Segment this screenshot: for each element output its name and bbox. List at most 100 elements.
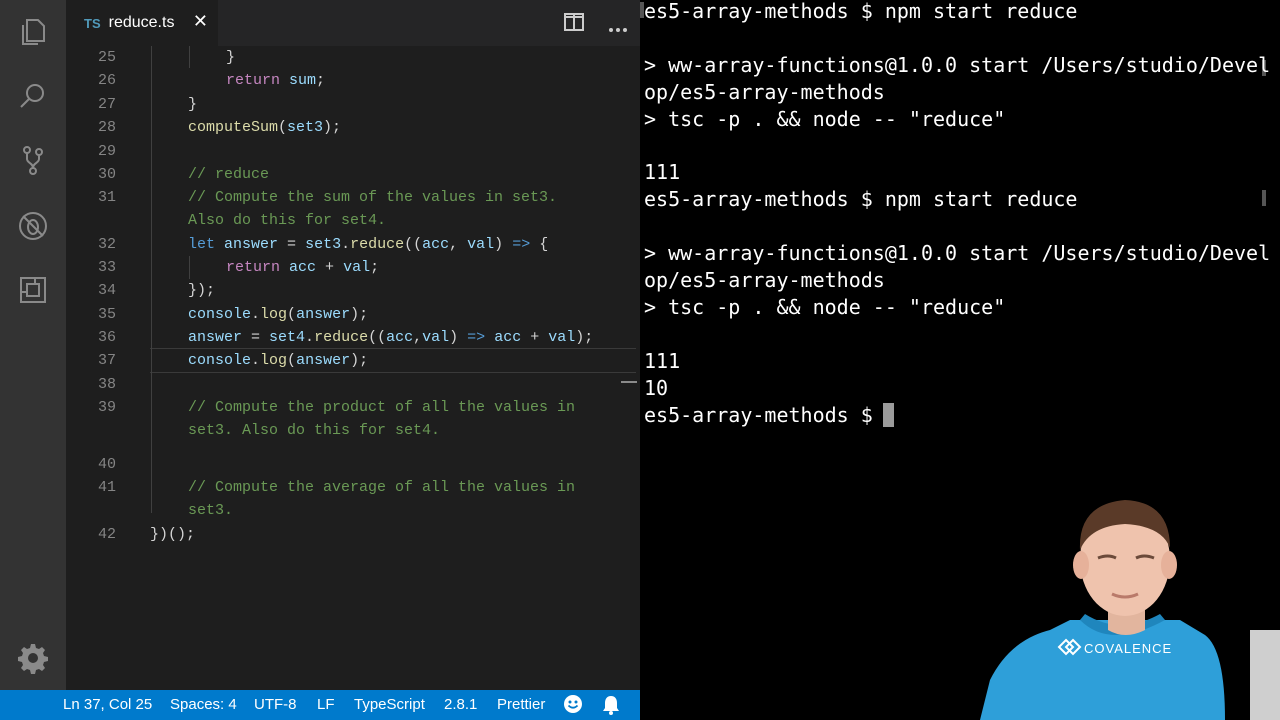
code-line[interactable]: 28 computeSum(set3); [66, 116, 640, 139]
code-text: }); [188, 279, 215, 302]
code-text: // Compute the average of all the values… [188, 476, 575, 499]
code-token: + [316, 259, 344, 276]
code-token: ( [287, 352, 297, 369]
line-number: 38 [97, 376, 116, 393]
cursor-position[interactable]: Ln 37, Col 25 [63, 690, 152, 720]
code-token: answer [224, 236, 279, 253]
code-token: log [260, 306, 288, 323]
code-token: ); [323, 119, 342, 136]
code-line[interactable]: 34}); [66, 279, 640, 302]
code-token: val [467, 236, 495, 253]
terminal-line: 10 [644, 375, 669, 400]
code-token: , [449, 236, 468, 253]
code-line[interactable]: 27} [66, 93, 640, 116]
code-token: sum [289, 72, 317, 89]
code-line[interactable]: 42})(); [66, 523, 640, 546]
line-number: 36 [97, 329, 116, 346]
line-number: 34 [97, 282, 116, 299]
code-line[interactable]: 38 [66, 373, 640, 396]
code-line[interactable]: 32 let answer = set3.reduce((acc, val) =>… [66, 233, 640, 256]
code-text: } [226, 46, 235, 69]
line-number: 26 [97, 72, 116, 89]
code-token: }); [188, 282, 216, 299]
code-line[interactable]: 33 return acc + val; [66, 256, 640, 279]
code-line[interactable]: 35 console.log(answer); [66, 303, 640, 326]
bell-icon[interactable] [602, 695, 620, 720]
code-token: = [278, 236, 306, 253]
scrollbar-marker[interactable] [621, 381, 637, 383]
code-token: // Compute the average of all the values… [188, 479, 576, 496]
code-line[interactable]: 39 // Compute the product of all the valu… [66, 396, 640, 419]
terminal-line: op/es5-array-methods [644, 268, 885, 292]
code-token: return [226, 259, 281, 276]
indentation-setting[interactable]: Spaces: 4 [170, 690, 237, 720]
terminal-line: op/es5-array-methods [644, 79, 885, 104]
code-token: . [341, 236, 351, 253]
terminal-line: es5-array-methods $ npm start reduce [644, 187, 1078, 212]
code-token: // Compute the sum of the values in set3… [188, 189, 558, 206]
code-line[interactable]: set3. Also do this for set4. [66, 419, 640, 442]
typescript-version[interactable]: 2.8.1 [444, 690, 477, 720]
prettier-status[interactable]: Prettier [497, 690, 545, 720]
source-control-icon[interactable] [15, 142, 51, 178]
code-token: } [188, 96, 198, 113]
code-area[interactable]: 25} 26 return sum; 27} 28 computeSum(set3); 29… [66, 46, 640, 690]
code-line[interactable]: 30 // reduce [66, 163, 640, 186]
line-number: 35 [97, 306, 116, 323]
search-icon[interactable] [15, 78, 51, 114]
explorer-icon[interactable] [15, 14, 51, 50]
debug-icon[interactable] [15, 208, 51, 244]
code-token: ( [287, 306, 297, 323]
line-number: 30 [97, 166, 116, 183]
code-token: Also do this for set4. [188, 212, 387, 229]
more-actions-icon[interactable] [608, 20, 628, 38]
language-mode[interactable]: TypeScript [354, 690, 425, 720]
encoding-setting[interactable]: UTF-8 [254, 690, 297, 720]
code-line[interactable]: Also do this for set4. [66, 209, 640, 232]
terminal-line: > tsc -p . && node -- "reduce" [644, 106, 1006, 131]
code-token: ); [350, 306, 369, 323]
code-token: let [188, 236, 216, 253]
code-token: console [188, 352, 252, 369]
code-token: set3 [305, 236, 342, 253]
line-number: 28 [97, 119, 116, 136]
code-line[interactable]: 37 console.log(answer); [66, 349, 640, 372]
code-text: } [188, 93, 197, 116]
split-editor-icon[interactable] [564, 13, 584, 36]
code-text: set3. Also do this for set4. [188, 419, 440, 442]
code-text: set3. [188, 499, 233, 522]
terminal[interactable]: es5-array-methods $ npm start reduce > ww… [640, 0, 1280, 720]
code-line[interactable]: 31 // Compute the sum of the values in se… [66, 186, 640, 209]
tab-reduce-ts[interactable]: TS reduce.ts ✕ [66, 0, 218, 46]
terminal-line: 111 [644, 348, 681, 373]
close-tab-icon[interactable]: ✕ [193, 11, 208, 32]
code-token: set3. Also do this for set4. [188, 422, 441, 439]
code-text: })(); [150, 523, 195, 546]
code-token: acc [289, 259, 317, 276]
code-line[interactable]: 36 answer = set4.reduce((acc,val) => acc … [66, 326, 640, 349]
terminal-line: es5-array-methods $ npm start reduce [644, 0, 1078, 23]
code-token: (( [404, 236, 423, 253]
line-number: 40 [97, 456, 116, 473]
code-editor: TS reduce.ts ✕ 25} 26 return sum; 27} 28 comp… [0, 0, 640, 720]
code-line[interactable]: 25} [66, 46, 640, 69]
activity-bar [0, 0, 66, 690]
editor-tab-strip: TS reduce.ts ✕ [66, 0, 640, 46]
code-token: acc [494, 329, 522, 346]
extensions-icon[interactable] [15, 272, 51, 308]
code-line[interactable]: 40 [66, 453, 640, 476]
smiley-feedback-icon[interactable] [563, 694, 583, 720]
code-token: ; [370, 259, 380, 276]
line-number: 32 [97, 236, 116, 253]
code-token: => [512, 236, 531, 253]
code-line[interactable]: 29 [66, 140, 640, 163]
code-line[interactable]: 26 return sum; [66, 69, 640, 92]
code-line[interactable]: set3. [66, 499, 640, 522]
code-text: computeSum(set3); [188, 116, 341, 139]
code-line[interactable]: 41 // Compute the average of all the valu… [66, 476, 640, 499]
settings-gear-icon[interactable] [15, 640, 51, 676]
terminal-line: > ww-array-functions@1.0.0 start /Users/… [644, 52, 1271, 77]
eol-setting[interactable]: LF [317, 690, 335, 720]
